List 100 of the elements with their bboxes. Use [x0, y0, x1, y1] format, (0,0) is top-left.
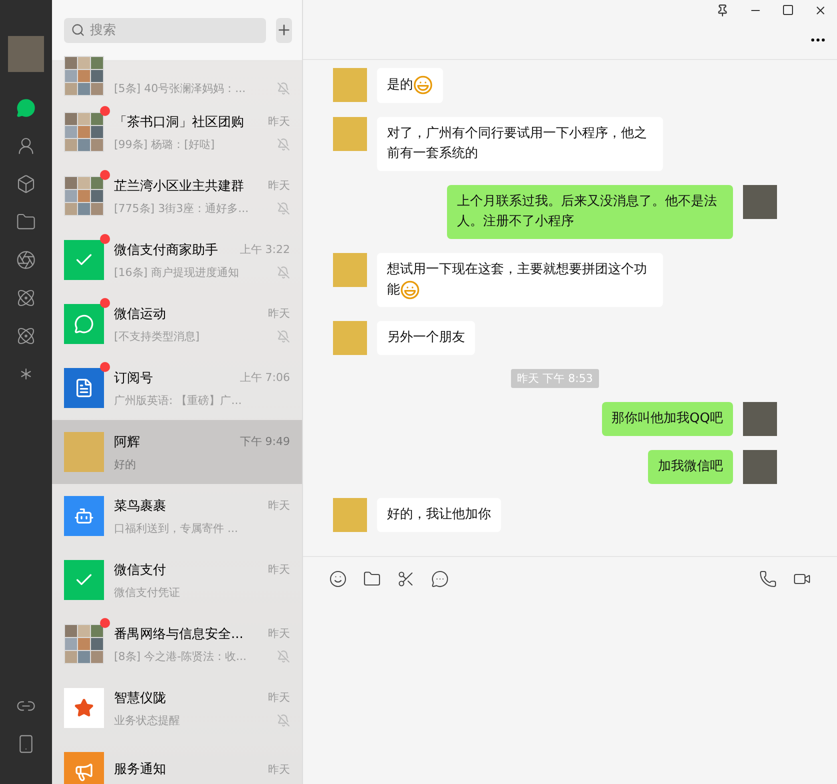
- chat-preview: [5条] 40号张澜泽妈妈：...: [114, 81, 246, 96]
- folder-icon[interactable]: [363, 570, 381, 588]
- avatar-photo-placeholder: [743, 184, 777, 219]
- photo-thumbnail: [78, 113, 90, 125]
- photo-thumbnail: [65, 651, 77, 663]
- chat-item[interactable]: 微信支付商家助手 上午 3:22 [16条] 商户提现进度通知: [52, 228, 302, 292]
- avatar-photo-placeholder: [333, 252, 367, 287]
- chat-item[interactable]: 订阅号 上午 7:06 广州版英语: 【重磅】广...: [52, 356, 302, 420]
- megaphone-icon: [74, 762, 94, 782]
- photo-placeholder: [64, 432, 104, 472]
- photo-thumbnail: [65, 203, 77, 215]
- chat-bubble-icon: [74, 314, 94, 334]
- chat-item[interactable]: 微信支付 昨天 微信支付凭证: [52, 548, 302, 612]
- chat-item[interactable]: 番禺网络与信息安全... 昨天 [8条] 今之港-陈贤法：收...: [52, 612, 302, 676]
- chat-time: 昨天: [268, 626, 290, 641]
- chat-time: 下午 9:49: [240, 434, 290, 449]
- photo-thumbnail: [65, 126, 77, 138]
- message-bubble: 另外一个朋友: [377, 321, 475, 356]
- close-icon[interactable]: [814, 4, 827, 17]
- photo-thumbnail: [65, 139, 77, 151]
- photo-thumbnail: [78, 139, 90, 151]
- chat-time: 昨天: [268, 762, 290, 776]
- chat-item[interactable]: 微信运动 昨天 [不支持类型消息]: [52, 292, 302, 356]
- chat-time: 昨天: [268, 562, 290, 577]
- chat-preview: 广州版英语: 【重磅】广...: [114, 392, 242, 408]
- avatar-photo-placeholder: [333, 321, 367, 356]
- photo-thumbnail: [78, 177, 90, 189]
- message-bubble: 是的: [377, 68, 443, 103]
- chat-preview: [不支持类型消息]: [114, 328, 200, 344]
- message-bubble: 想试用一下现在这套，主要就想要拼团这个功能: [377, 252, 663, 308]
- message-bubble: 加我微信吧: [648, 450, 733, 484]
- photo-thumbnail: [78, 57, 90, 69]
- chat-preview: 业务状态提醒: [114, 712, 180, 728]
- photo-thumbnail: [91, 638, 103, 650]
- pin-icon[interactable]: [716, 4, 729, 17]
- chat-preview: [8条] 今之港-陈贤法：收...: [114, 648, 247, 664]
- chat-time: 昨天: [268, 114, 290, 129]
- chat-time: 昨天: [268, 690, 290, 705]
- photo-thumbnail: [65, 113, 77, 125]
- add-button[interactable]: [276, 18, 292, 42]
- message-bubble: 好的，我让他加你: [377, 498, 501, 532]
- photo-thumbnail: [91, 70, 103, 82]
- photo-thumbnail: [78, 625, 90, 637]
- chat-name: 服务通知: [114, 761, 166, 778]
- avatar-photo-placeholder: [743, 450, 777, 484]
- photo-thumbnail: [78, 638, 90, 650]
- chat-item[interactable]: 菜鸟裹裹 昨天 口福利送到，专属寄件 ...: [52, 484, 302, 548]
- photo-thumbnail: [91, 113, 103, 125]
- photo-thumbnail: [65, 638, 77, 650]
- photo-thumbnail: [65, 70, 77, 82]
- chat-name: 「茶书口洞」社区团购: [114, 114, 244, 130]
- photo-thumbnail: [91, 190, 103, 202]
- photo-thumbnail: [91, 625, 103, 637]
- chat-item[interactable]: 「茶书口洞」社区团购 昨天 [99条] 杨璐：[好哒]: [52, 100, 302, 164]
- chat-name: 微信支付: [114, 562, 166, 578]
- plus-icon: [276, 22, 292, 38]
- emoji-icon[interactable]: [329, 570, 347, 588]
- photo-thumbnail: [78, 203, 90, 215]
- photo-thumbnail: [78, 70, 90, 82]
- chat-item[interactable]: 智慧仪陇 昨天 业务状态提醒: [52, 676, 302, 740]
- chat-time: 上午 7:06: [240, 370, 290, 385]
- chat-name: 微信支付商家助手: [114, 242, 218, 258]
- chat-preview: 口福利送到，专属寄件 ...: [114, 520, 238, 536]
- chat-preview: 好的: [114, 456, 136, 472]
- photo-thumbnail: [91, 651, 103, 663]
- chat-name: 阿辉: [114, 434, 140, 450]
- message-bubble: 上个月联系过我。后来又没消息了。他不是法人。注册不了小程序: [447, 184, 733, 239]
- phone-call-icon[interactable]: [759, 570, 777, 588]
- chat-name: 芷兰湾小区业主共建群: [114, 178, 244, 194]
- avatar-photo-placeholder: [333, 116, 367, 151]
- photo-thumbnail: [91, 126, 103, 138]
- message-bubble: 那你叫他加我QQ吧: [602, 402, 733, 436]
- photo-thumbnail: [91, 57, 103, 69]
- photo-thumbnail: [65, 190, 77, 202]
- chat-name: 番禺网络与信息安全...: [114, 626, 244, 642]
- chat-item[interactable]: 阿辉 下午 9:49 好的: [52, 420, 302, 484]
- photo-thumbnail: [65, 177, 77, 189]
- document-icon: [74, 378, 94, 398]
- chat-preview: [16条] 商户提现进度通知: [114, 264, 240, 280]
- chat-item[interactable]: 服务通知 昨天: [52, 740, 302, 784]
- chat-time: 上午 3:22: [240, 242, 290, 257]
- chat-time: 昨天: [268, 498, 290, 513]
- chat-name: 智慧仪陇: [114, 690, 166, 706]
- search-field[interactable]: 搜索: [64, 18, 266, 42]
- chat-name: 微信运动: [114, 306, 166, 322]
- chat-bubble-icon[interactable]: [431, 570, 449, 588]
- photo-thumbnail: [65, 625, 77, 637]
- photo-thumbnail: [65, 57, 77, 69]
- photo-thumbnail: [78, 126, 90, 138]
- chat-time: 昨天: [268, 178, 290, 193]
- star-icon: [74, 698, 94, 718]
- chat-preview: 微信支付凭证: [114, 584, 180, 600]
- chat-name: 订阅号: [114, 370, 153, 386]
- photo-thumbnail: [91, 139, 103, 151]
- scissors-icon[interactable]: [397, 570, 415, 588]
- photo-thumbnail: [78, 651, 90, 663]
- chat-item[interactable]: 芷兰湾小区业主共建群 昨天 [775条] 3街3座：通好多...: [52, 164, 302, 228]
- photo-thumbnail: [65, 83, 77, 95]
- maximize-icon[interactable]: [782, 4, 794, 17]
- photo-thumbnail: [78, 190, 90, 202]
